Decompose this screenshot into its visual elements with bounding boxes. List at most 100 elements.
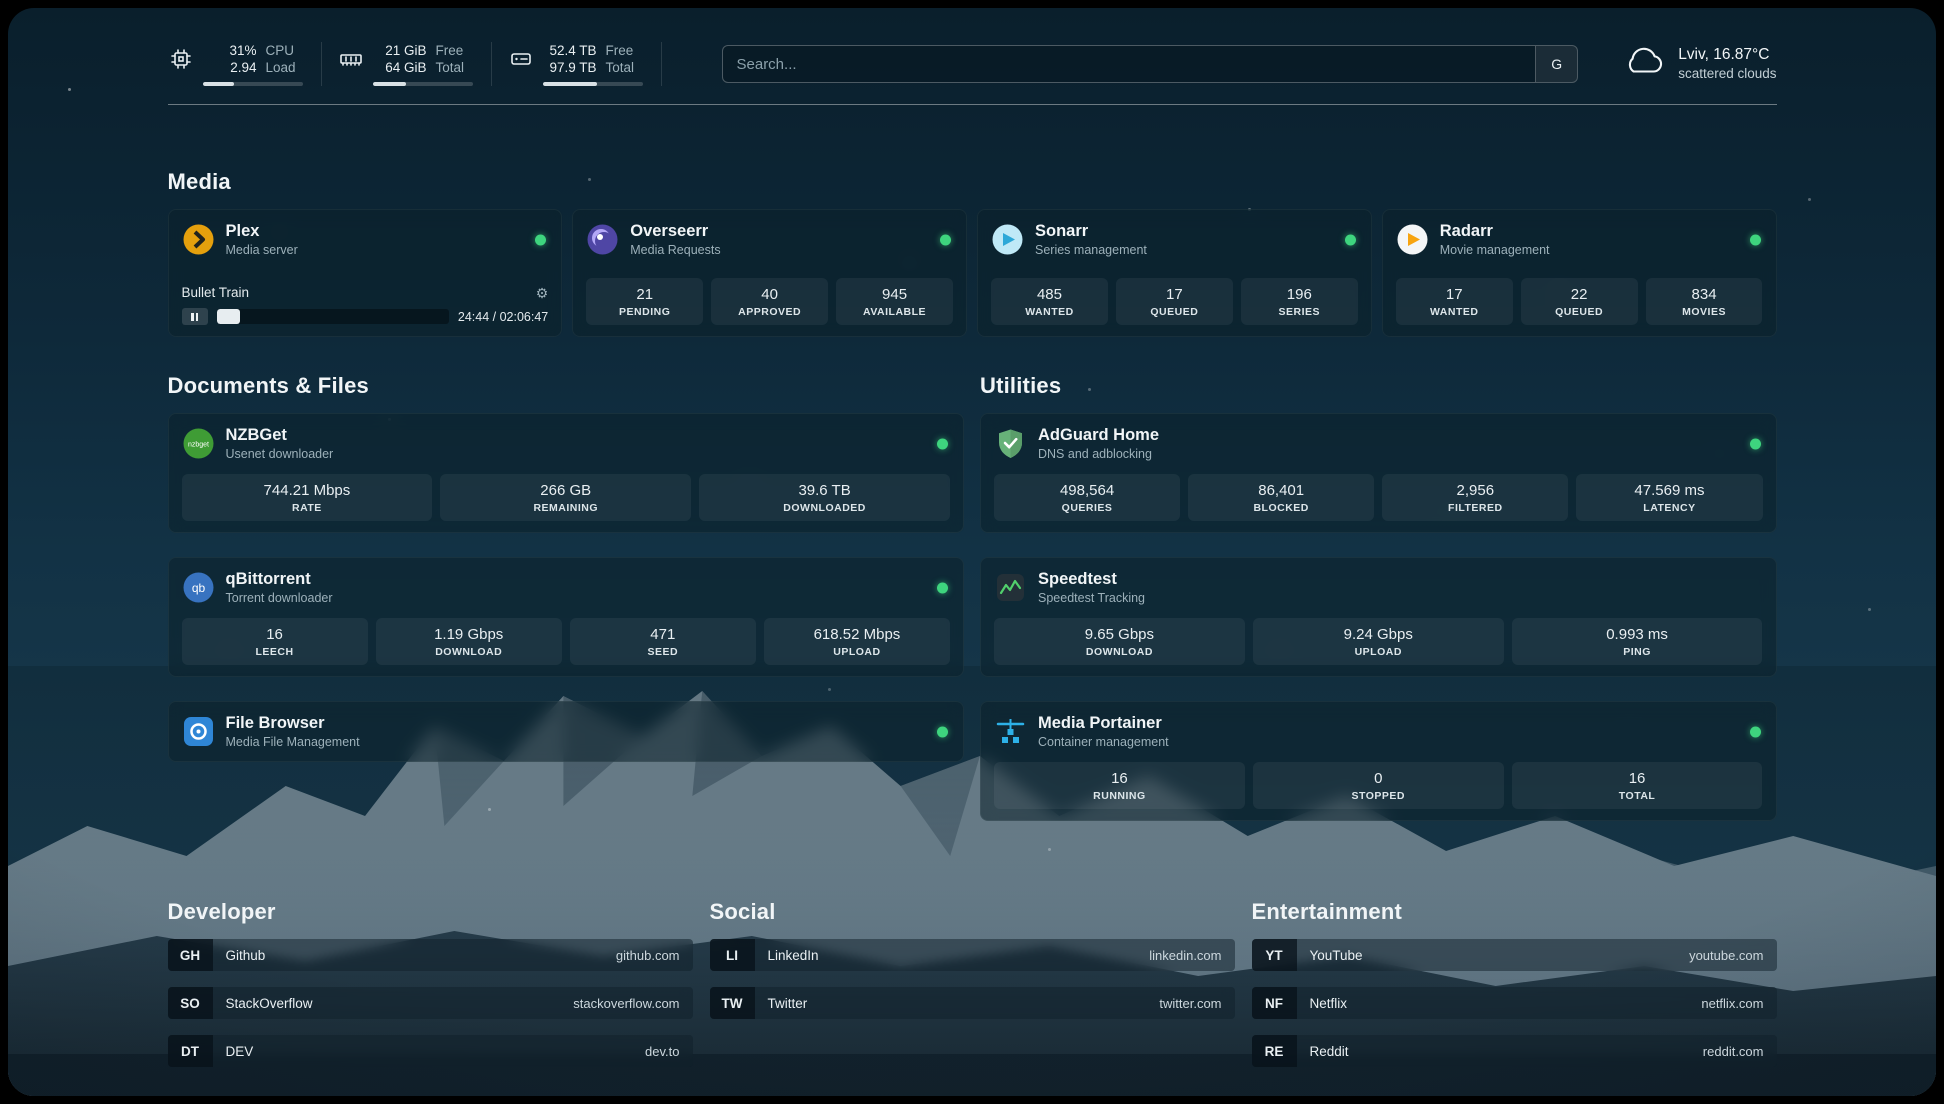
- filebrowser-icon: [182, 715, 215, 748]
- stat-rate: 744.21 MbpsRATE: [182, 474, 433, 521]
- bookmark-twitter[interactable]: TW Twitter twitter.com: [710, 987, 1235, 1019]
- stat-wanted: 485WANTED: [991, 278, 1108, 325]
- speedtest-title: Speedtest: [1038, 569, 1145, 589]
- cpu-icon: [168, 46, 194, 72]
- plex-subtitle: Media server: [226, 242, 298, 258]
- card-sonarr[interactable]: Sonarr Series management 485WANTED 17QUE…: [977, 209, 1372, 337]
- cpu-label: CPU: [266, 43, 295, 58]
- snow-particles: [68, 88, 71, 91]
- bookmark-reddit[interactable]: RE Reddit reddit.com: [1252, 1035, 1777, 1067]
- stat-upload: 9.24 GbpsUPLOAD: [1253, 618, 1504, 665]
- cpu-load-label: Load: [266, 60, 296, 75]
- sonarr-subtitle: Series management: [1035, 242, 1147, 258]
- cloud-icon: [1622, 43, 1666, 86]
- card-speedtest[interactable]: Speedtest Speedtest Tracking 9.65 GbpsDO…: [980, 557, 1777, 677]
- stat-available: 945AVAILABLE: [836, 278, 953, 325]
- documents-heading: Documents & Files: [168, 373, 965, 399]
- bookmark-linkedin[interactable]: LI LinkedIn linkedin.com: [710, 939, 1235, 971]
- utilities-heading: Utilities: [980, 373, 1777, 399]
- topbar-divider: [168, 104, 1777, 105]
- twitter-abbr-icon: TW: [710, 987, 755, 1019]
- radarr-subtitle: Movie management: [1440, 242, 1550, 258]
- weather-widget: Lviv, 16.87°C scattered clouds: [1622, 43, 1776, 86]
- plex-status-dot: [535, 234, 546, 245]
- qbittorrent-subtitle: Torrent downloader: [226, 590, 333, 606]
- nzbget-title: NZBGet: [226, 425, 334, 445]
- disk-free-value: 52.4 TB: [549, 43, 596, 58]
- media-heading: Media: [168, 169, 1777, 195]
- netflix-abbr-icon: NF: [1252, 987, 1297, 1019]
- disk-icon: [508, 46, 534, 72]
- stat-stopped: 0STOPPED: [1253, 762, 1504, 809]
- card-filebrowser[interactable]: File Browser Media File Management: [168, 701, 965, 762]
- stat-download: 9.65 GbpsDOWNLOAD: [994, 618, 1245, 665]
- nzbget-icon: nzbget: [182, 427, 215, 460]
- portainer-icon: [994, 715, 1027, 748]
- bookmark-stackoverflow[interactable]: SO StackOverflow stackoverflow.com: [168, 987, 693, 1019]
- card-radarr[interactable]: Radarr Movie management 17WANTED 22QUEUE…: [1382, 209, 1777, 337]
- reddit-abbr-icon: RE: [1252, 1035, 1297, 1067]
- disk-total-label: Total: [606, 60, 635, 75]
- playback-time: 24:44 / 02:06:47: [458, 310, 548, 324]
- entertainment-heading: Entertainment: [1252, 899, 1777, 925]
- bookmark-netflix[interactable]: NF Netflix netflix.com: [1252, 987, 1777, 1019]
- plex-title: Plex: [226, 221, 298, 241]
- filebrowser-subtitle: Media File Management: [226, 734, 360, 750]
- memory-free-value: 21 GiB: [385, 43, 426, 58]
- cpu-percent: 31%: [229, 43, 256, 58]
- search-provider-button[interactable]: G: [1535, 46, 1577, 82]
- top-bar: 31%2.94 CPULoad 21 GiB64 GiB FreeTotal: [168, 8, 1777, 86]
- search-bar[interactable]: G: [722, 45, 1579, 83]
- radarr-title: Radarr: [1440, 221, 1550, 241]
- radarr-status-dot: [1750, 234, 1761, 245]
- stat-leech: 16LEECH: [182, 618, 368, 665]
- overseerr-status-dot: [940, 234, 951, 245]
- weather-condition: scattered clouds: [1678, 65, 1776, 83]
- cpu-load-value: 2.94: [230, 60, 256, 75]
- radarr-icon: [1396, 223, 1429, 256]
- stackoverflow-abbr-icon: SO: [168, 987, 213, 1019]
- pause-button[interactable]: [182, 308, 208, 325]
- card-qbittorrent[interactable]: qb qBittorrent Torrent downloader 16LEEC…: [168, 557, 965, 677]
- speedtest-icon: [994, 571, 1027, 604]
- gear-icon[interactable]: ⚙: [536, 286, 549, 300]
- nzbget-subtitle: Usenet downloader: [226, 446, 334, 462]
- filebrowser-title: File Browser: [226, 713, 360, 733]
- adguard-subtitle: DNS and adblocking: [1038, 446, 1159, 462]
- stat-remaining: 266 GBREMAINING: [440, 474, 691, 521]
- stat-series: 196SERIES: [1241, 278, 1358, 325]
- stat-seed: 471SEED: [570, 618, 756, 665]
- stat-queries: 498,564QUERIES: [994, 474, 1180, 521]
- plex-icon: [182, 223, 215, 256]
- linkedin-abbr-icon: LI: [710, 939, 755, 971]
- bookmark-dev[interactable]: DT DEV dev.to: [168, 1035, 693, 1067]
- search-input[interactable]: [723, 46, 1536, 82]
- disk-total-value: 97.9 TB: [549, 60, 596, 75]
- adguard-status-dot: [1750, 438, 1761, 449]
- card-adguard[interactable]: AdGuard Home DNS and adblocking 498,564Q…: [980, 413, 1777, 533]
- memory-total-label: Total: [436, 60, 465, 75]
- overseerr-subtitle: Media Requests: [630, 242, 720, 258]
- disk-free-label: Free: [606, 43, 634, 58]
- plex-now-playing: Bullet Train ⚙ 24:44 / 02:06:47: [182, 285, 549, 325]
- developer-heading: Developer: [168, 899, 693, 925]
- sonarr-icon: [991, 223, 1024, 256]
- playback-progress-bar[interactable]: [217, 309, 449, 324]
- card-portainer[interactable]: Media Portainer Container management 16R…: [980, 701, 1777, 821]
- section-media: Media Plex Media server: [168, 169, 1777, 337]
- card-overseerr[interactable]: Overseerr Media Requests 21PENDING 40APP…: [572, 209, 967, 337]
- speedtest-subtitle: Speedtest Tracking: [1038, 590, 1145, 606]
- nzbget-status-dot: [937, 438, 948, 449]
- github-abbr-icon: GH: [168, 939, 213, 971]
- card-plex[interactable]: Plex Media server Bullet Train ⚙: [168, 209, 563, 337]
- overseerr-title: Overseerr: [630, 221, 720, 241]
- bookmark-github[interactable]: GH Github github.com: [168, 939, 693, 971]
- svg-text:nzbget: nzbget: [187, 442, 208, 449]
- section-utilities: Utilities AdGu: [980, 373, 1777, 821]
- disk-widget: 52.4 TB 97.9 TB Free Total: [508, 42, 662, 86]
- disk-usage-bar: [543, 82, 643, 86]
- bookmark-youtube[interactable]: YT YouTube youtube.com: [1252, 939, 1777, 971]
- svg-text:qb: qb: [191, 581, 205, 595]
- card-nzbget[interactable]: nzbget NZBGet Usenet downloader 744.21 M…: [168, 413, 965, 533]
- stat-total: 16TOTAL: [1512, 762, 1763, 809]
